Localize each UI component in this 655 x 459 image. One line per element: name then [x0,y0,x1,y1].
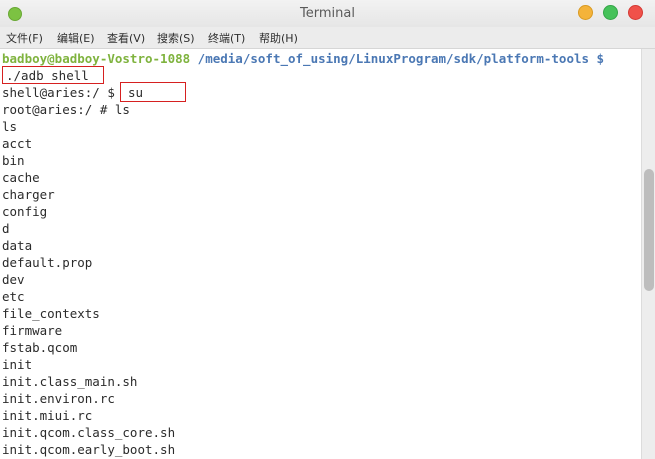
output-line: init.miui.rc [2,408,93,423]
output-line: data [2,238,33,253]
output-line: init.qcom.early_boot.sh [2,442,176,457]
terminal-output-area[interactable]: badboy@badboy-Vostro-1088 /media/soft_of… [0,49,641,459]
menu-item-help[interactable]: 帮助(H) [259,30,298,46]
output-line: etc [2,289,25,304]
title-bar[interactable]: Terminal [0,0,655,27]
menu-item-terminal[interactable]: 终端(T) [208,30,245,46]
output-line: file_contexts [2,306,100,321]
output-line: config [2,204,48,219]
maximize-button[interactable] [603,5,618,20]
menu-item-file[interactable]: 文件(F) [6,30,43,46]
output-line: default.prop [2,255,93,270]
output-line: dev [2,272,25,287]
shell-prompt: shell@aries:/ $ [2,85,123,100]
output-line: ls [2,119,18,134]
output-line: init.qcom.class_core.sh [2,425,176,440]
prompt-line: badboy@badboy-Vostro-1088 /media/soft_of… [2,50,604,67]
output-line: charger [2,187,55,202]
vertical-scrollbar[interactable] [641,49,655,459]
highlight-box-su [120,82,186,102]
close-button[interactable] [628,5,643,20]
prompt-path: /media/soft_of_using/LinuxProgram/sdk/pl… [190,51,605,66]
output-line: firmware [2,323,63,338]
shell-prompt-line: shell@aries:/ $ [2,84,122,101]
highlight-box-adb [2,66,104,84]
menu-item-view[interactable]: 查看(V) [107,30,145,46]
menu-item-edit[interactable]: 编辑(E) [57,30,95,46]
root-prompt-line: root@aries:/ # ls [2,102,130,117]
output-line: init.environ.rc [2,391,115,406]
minimize-button[interactable] [578,5,593,20]
menu-bar: 文件(F) 编辑(E) 查看(V) 搜索(S) 终端(T) 帮助(H) [0,27,655,49]
window-title: Terminal [300,6,355,21]
output-line: acct [2,136,33,151]
terminal-window: Terminal 文件(F) 编辑(E) 查看(V) 搜索(S) 终端(T) 帮… [0,0,655,459]
menu-item-search[interactable]: 搜索(S) [157,30,195,46]
output-line: init [2,357,33,372]
scrollbar-thumb[interactable] [644,169,654,291]
output-line: cache [2,170,40,185]
output-line: init.class_main.sh [2,374,138,389]
output-line: d [2,221,10,236]
prompt-user: badboy@badboy-Vostro-1088 [2,51,191,66]
output-line: bin [2,153,25,168]
output-line: fstab.qcom [2,340,78,355]
